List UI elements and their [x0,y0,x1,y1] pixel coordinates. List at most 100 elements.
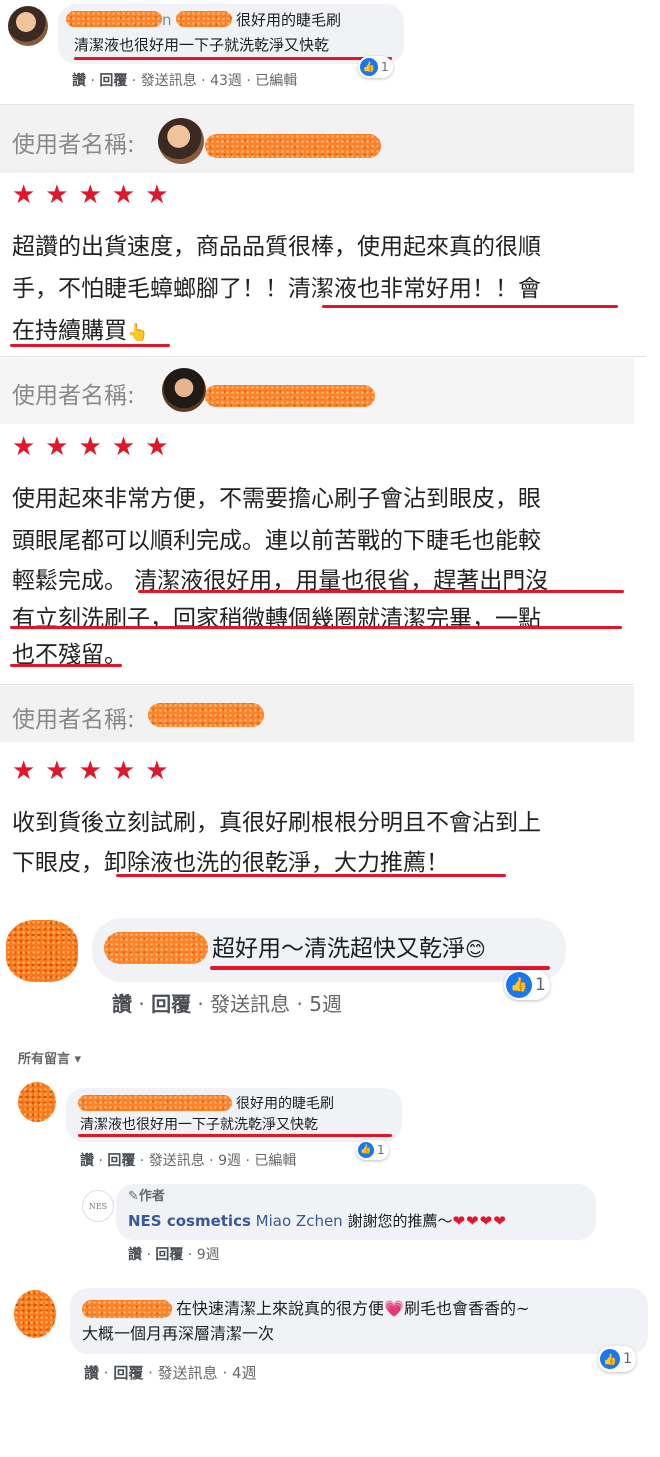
like-count-badge[interactable]: 👍 1 [598,1346,636,1372]
reply-link[interactable]: 回覆 [99,73,127,89]
hearts-icon: ❤❤❤❤ [452,1212,507,1230]
like-count: 1 [535,975,546,995]
like-icon: 👍 [506,972,532,998]
redacted-name [66,11,162,27]
comment-bubble [70,1288,648,1354]
author-avatar[interactable]: NES [82,1190,114,1222]
commenter-avatar[interactable] [18,1082,56,1122]
highlight-underline [78,1134,392,1137]
commenter-avatar[interactable] [8,6,48,46]
timestamp: 43週 [210,73,242,89]
review-text: 下眼皮，卸除液也洗的很乾淨，大力推薦！ [12,850,449,876]
all-comments-label: 所有留言 [18,1052,71,1067]
send-message-link[interactable]: 發送訊息 [210,992,290,1016]
comment-actions: 讚 · 回覆 · 發送訊息 · 43週 · 已編輯 [72,73,298,89]
username-label: 使用者名稱: [12,707,135,733]
redacted-name [78,1095,232,1111]
like-icon: 👍 [360,58,378,76]
edited-label: 已編輯 [254,1153,297,1169]
like-link[interactable]: 讚 [84,1364,99,1382]
reply-actions: 讚 · 回覆 · 9週 [128,1247,220,1263]
comment-text: 清潔液也很好用一下子就洗乾淨又快乾 [74,36,330,54]
divider [0,684,634,685]
highlight-underline [10,664,122,667]
comment-text-fragment: 刷毛也會香香的~ [403,1299,530,1318]
star-rating: ★★★★★ [12,180,179,210]
highlight-underline [138,590,624,593]
pointing-hand-icon: 👆 [127,323,149,343]
review-text: 手，不怕睫毛蟑螂腳了！！清潔液也非常好用！！會 [12,276,541,302]
commenter-avatar[interactable] [6,920,78,982]
reply-link[interactable]: 回覆 [151,992,191,1016]
comment-text: 大概一個月再深層清潔一次 [82,1324,275,1343]
nes-logo: NES [88,1201,108,1211]
pencil-icon: ✎ [128,1189,139,1204]
review-text: 超讚的出貨速度，商品品質很棒，使用起來真的很順 [12,234,541,260]
author-tag: 作者 [138,1189,165,1204]
commenter-avatar[interactable] [14,1290,56,1338]
review-text: 使用起來非常方便，不需要擔心刷子會沾到眼皮，眼 [12,486,541,512]
timestamp: 9週 [196,1247,220,1263]
like-icon: 👍 [600,1349,620,1369]
like-count-badge[interactable]: 👍 1 [358,56,393,78]
review-text: 也不殘留。 [12,642,127,668]
like-link[interactable]: 讚 [112,992,132,1016]
redacted-name [176,11,232,27]
smile-emoji-icon: 😊 [465,937,486,961]
redacted-username [205,385,375,407]
star-rating: ★★★★★ [12,756,179,786]
comment-text-fragment: 超好用～清洗超快又乾淨 [212,936,465,962]
reply-link[interactable]: 回覆 [155,1247,183,1263]
comment-text: 很好用的睫毛刷 [236,11,342,29]
comment-actions: 讚 · 回覆 · 發送訊息 · 5週 [112,992,342,1016]
reply-link[interactable]: 回覆 [107,1153,135,1169]
redacted-name [104,932,208,964]
like-count: 1 [381,60,389,74]
sparkling-heart-icon: 💗 [384,1299,404,1318]
comment-text: 在快速清潔上來說真的很方便💗刷毛也會香香的~ [176,1299,529,1319]
like-count-badge[interactable]: 👍 1 [356,1140,389,1160]
like-icon: 👍 [358,1142,374,1158]
like-link[interactable]: 讚 [72,73,86,89]
redacted-username [205,134,381,158]
review-text-fragment: 在持續購買 [12,318,127,344]
comment-text: 清潔液也很好用一下子就洗乾淨又快乾 [80,1117,318,1133]
send-message-link[interactable]: 發送訊息 [149,1153,205,1169]
comment-text: 很好用的睫毛刷 [236,1096,334,1112]
mention-link[interactable]: Miao Zchen [256,1212,343,1230]
review-text: 在持續購買👆 [12,310,148,354]
like-count: 1 [623,1351,632,1367]
highlight-underline [322,305,618,308]
highlight-underline [74,57,392,60]
author-name[interactable]: NES cosmetics [128,1212,251,1230]
comment-text: 超好用～清洗超快又乾淨😊 [212,934,486,964]
reply-message: 謝謝您的推薦～ [347,1212,453,1230]
timestamp: 9週 [218,1153,241,1169]
reply-link[interactable]: 回覆 [113,1364,143,1382]
timestamp: 5週 [309,992,342,1016]
like-count-badge[interactable]: 👍 1 [504,970,550,1000]
send-message-link[interactable]: 發送訊息 [158,1364,218,1382]
highlight-underline [210,966,550,970]
author-badge: ✎作者 [128,1187,165,1207]
send-message-link[interactable]: 發送訊息 [141,73,197,89]
like-link[interactable]: 讚 [128,1247,142,1263]
star-rating: ★★★★★ [12,432,179,462]
review-text: 收到貨後立刻試刷，真很好刷根根分明且不會沾到上 [12,810,541,836]
edited-label: 已編輯 [255,73,298,89]
comment-text-fragment: 在快速清潔上來說真的很方便 [176,1299,385,1318]
all-comments-filter[interactable]: 所有留言 ▾ [18,1048,81,1067]
like-count: 1 [377,1143,385,1157]
reply-text: NES cosmetics Miao Zchen 謝謝您的推薦～❤❤❤❤ [128,1211,507,1231]
timestamp: 4週 [231,1364,257,1382]
review-text: 輕鬆完成。 清潔液很好用，用量也很省，趕著出門沒 [12,568,549,594]
highlight-underline [116,874,506,877]
highlight-underline [10,626,622,629]
redacted-name [82,1300,172,1318]
comment-actions: 讚 · 回覆 · 發送訊息 · 9週 · 已編輯 [80,1153,297,1169]
comment-actions: 讚 · 回覆 · 發送訊息 · 4週 [84,1364,257,1382]
like-link[interactable]: 讚 [80,1153,94,1169]
reviewer-avatar [158,118,204,164]
redacted-username [148,703,264,727]
reviewer-avatar [162,368,206,412]
